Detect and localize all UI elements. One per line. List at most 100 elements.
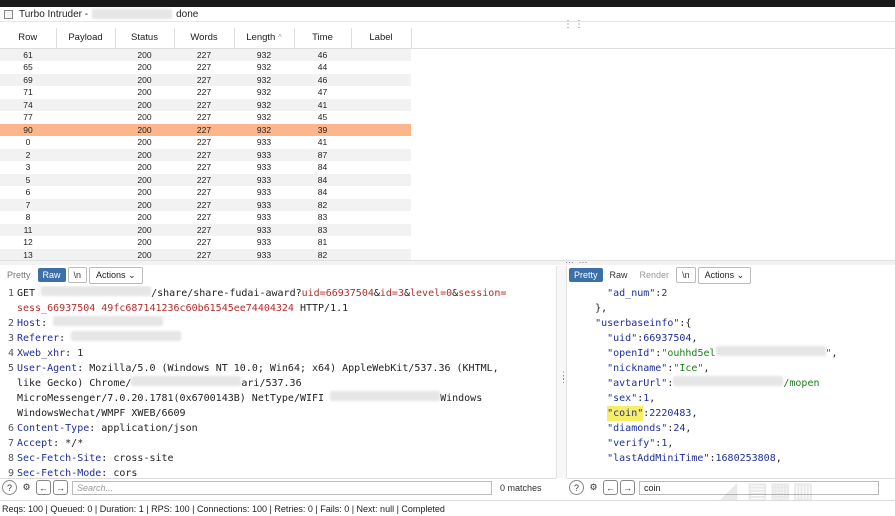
help-icon[interactable]: ? xyxy=(569,480,584,495)
code-line: "openId": "ouhhd5el ", xyxy=(571,346,895,361)
cell-payload xyxy=(56,123,115,136)
response-editor[interactable]: "ad_num":2 }, "userbaseinfo":{ "uid":669… xyxy=(571,286,895,478)
tab-render[interactable]: Render xyxy=(635,268,675,282)
cell-label xyxy=(351,73,411,86)
cell-row: 61 xyxy=(0,48,56,61)
search-input[interactable]: Search... xyxy=(72,480,492,495)
back-arrow-icon[interactable]: ← xyxy=(603,480,618,495)
cell-row: 12 xyxy=(23,237,33,247)
tab-raw[interactable]: Raw xyxy=(605,268,633,282)
results-table: Row Payload Status Words Length ^ Time L… xyxy=(0,28,412,261)
newline-toggle[interactable]: \n xyxy=(676,267,696,283)
code-line: sess_66937504 49fc687141236c60b61545ee74… xyxy=(0,301,556,316)
table-row[interactable]: 3 200 227 933 84 xyxy=(0,161,411,174)
cell-length: 933 xyxy=(234,148,294,161)
table-row[interactable]: 77 200 227 932 45 xyxy=(0,111,411,124)
forward-arrow-icon[interactable]: → xyxy=(53,480,68,495)
cell-row: 0 xyxy=(25,137,31,147)
redacted-text xyxy=(330,391,441,401)
window-titlebar: Turbo Intruder - done xyxy=(0,7,895,22)
table-row[interactable]: 69 200 227 932 46 xyxy=(0,73,411,86)
code-token: session= xyxy=(458,288,507,299)
cell-words: 227 xyxy=(196,87,212,97)
code-token: , xyxy=(685,423,692,434)
cell-payload xyxy=(56,111,115,124)
horizontal-splitter[interactable] xyxy=(0,260,895,265)
cell-row: 3 xyxy=(25,162,31,172)
code-token: /mopen xyxy=(783,378,820,389)
cell-length: 933 xyxy=(234,173,294,186)
settings-gear-icon[interactable]: ⚙ xyxy=(19,480,34,495)
table-row[interactable]: 65 200 227 932 44 xyxy=(0,61,411,74)
back-arrow-icon[interactable]: ← xyxy=(36,480,51,495)
actions-dropdown[interactable]: Actions ⌄ xyxy=(697,266,752,284)
code-token: : xyxy=(59,333,72,344)
column-header-status[interactable]: Status xyxy=(115,28,175,49)
cell-time: 87 xyxy=(294,148,351,161)
table-row[interactable]: 6 200 227 933 84 xyxy=(0,186,411,199)
code-token: GET xyxy=(17,288,42,299)
table-row[interactable]: 7 200 227 933 82 xyxy=(0,198,411,211)
settings-gear-icon[interactable]: ⚙ xyxy=(586,480,601,495)
code-line: "ad_num":2 xyxy=(571,286,895,301)
cell-payload xyxy=(56,236,115,249)
tab-pretty[interactable]: Pretty xyxy=(569,268,603,282)
redacted-text xyxy=(673,376,784,386)
column-header-length[interactable]: Length ^ xyxy=(234,28,295,49)
table-row[interactable]: 61 200 227 932 46 xyxy=(0,48,411,61)
column-header-payload[interactable]: Payload xyxy=(56,28,116,49)
table-row[interactable]: 0 200 227 933 41 xyxy=(0,136,411,149)
cell-row: 77 xyxy=(23,112,33,122)
window-title-prefix: Turbo Intruder - xyxy=(19,8,89,20)
cell-words: 227 xyxy=(174,123,234,136)
column-header-time[interactable]: Time xyxy=(294,28,352,49)
cell-row: 7 xyxy=(0,198,56,211)
forward-arrow-icon[interactable]: → xyxy=(620,480,635,495)
actions-dropdown[interactable]: Actions ⌄ xyxy=(89,266,143,284)
newline-toggle[interactable]: \n xyxy=(67,267,88,283)
cell-payload xyxy=(56,148,115,161)
cell-label xyxy=(351,223,411,236)
table-row[interactable]: 12 200 227 933 81 xyxy=(0,236,411,249)
match-count: 0 matches xyxy=(500,482,542,493)
column-header-row[interactable]: Row xyxy=(0,28,57,49)
table-row[interactable]: 5 200 227 933 84 xyxy=(0,173,411,186)
line-number: 2 xyxy=(7,318,14,329)
request-editor[interactable]: 1 GET /share/share-fudai-award? uid=669375… xyxy=(0,286,556,478)
code-line: "uid":66937504, xyxy=(571,331,895,346)
help-icon[interactable]: ? xyxy=(2,480,17,495)
request-pane: Pretty Raw \n Actions ⌄ 1 GET /share/shar… xyxy=(0,266,556,478)
cell-status: 200 xyxy=(137,87,152,97)
table-row[interactable]: 11 200 227 933 83 xyxy=(0,223,411,236)
request-search-bar: ? ⚙ ← → Search... 0 matches xyxy=(0,478,556,496)
table-row[interactable]: 71 200 227 932 47 xyxy=(0,86,411,99)
code-line: "avtarUrl":/mopen xyxy=(571,376,895,391)
table-row[interactable]: 90 200 227 932 39 xyxy=(0,123,411,136)
code-token: "nickname" xyxy=(607,363,668,374)
code-line: "lastAddMiniTime":1680253808, xyxy=(571,451,895,466)
column-header-words[interactable]: Words xyxy=(174,28,235,49)
cell-payload xyxy=(56,186,115,199)
line-number: 4 xyxy=(7,348,14,359)
cell-row: 5 xyxy=(0,173,56,186)
column-header-label[interactable]: Label xyxy=(351,28,412,49)
table-row[interactable]: 74 200 227 932 41 xyxy=(0,98,411,111)
redacted-text xyxy=(715,346,826,356)
table-row[interactable]: 2 200 227 933 87 xyxy=(0,148,411,161)
cell-words: 227 xyxy=(174,98,234,111)
cell-status: 200 xyxy=(137,187,152,197)
cell-words: 227 xyxy=(174,148,234,161)
cell-label xyxy=(351,111,411,124)
redacted-text xyxy=(41,286,152,296)
tab-raw[interactable]: Raw xyxy=(37,268,66,282)
cell-words: 227 xyxy=(196,187,212,197)
tab-pretty[interactable]: Pretty xyxy=(2,268,36,282)
code-line: 5 User-Agent: Mozilla/5.0 (Windows NT 10.… xyxy=(0,361,556,376)
code-line: 9 Sec-Fetch-Mode: cors xyxy=(0,466,556,478)
table-row[interactable]: 8 200 227 933 83 xyxy=(0,211,411,224)
table-body: 61 200 227 932 46 65 200 227 932 44 69 200 227 932 46 7… xyxy=(0,48,411,261)
table-header-filler xyxy=(411,28,895,49)
